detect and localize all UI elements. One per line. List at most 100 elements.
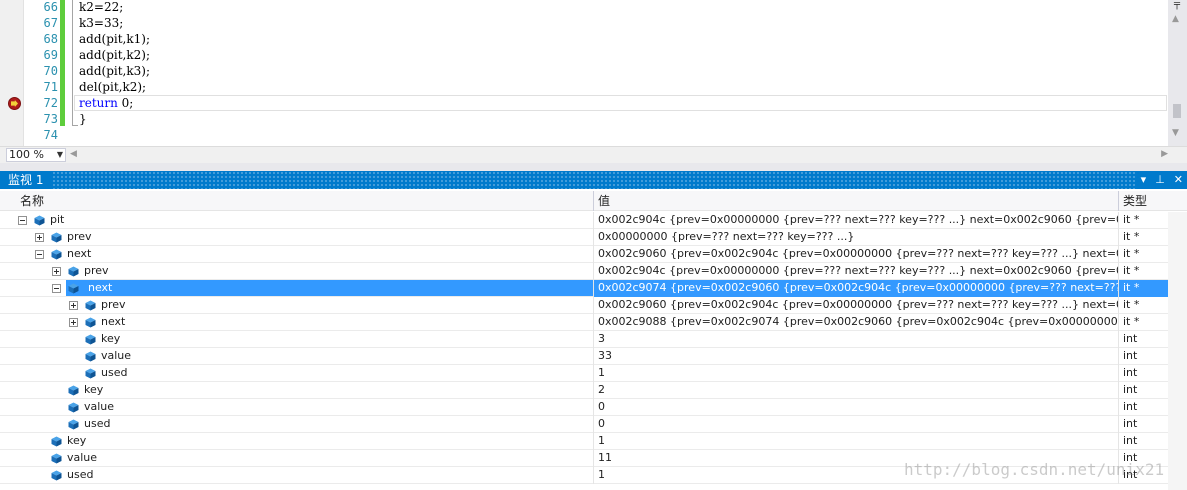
watch-type: int: [1118, 399, 1168, 416]
watch-value[interactable]: 0: [593, 416, 1118, 433]
pin-icon[interactable]: ⊥: [1155, 171, 1165, 189]
scroll-left-arrow-icon[interactable]: ◀: [70, 149, 77, 159]
watch-row[interactable]: value 0 int: [0, 399, 1168, 416]
watch-row[interactable]: next 0x002c9088 {prev=0x002c9074 {prev=0x…: [0, 314, 1168, 331]
watch-name: used: [84, 417, 111, 430]
editor-horizontal-scrollbar[interactable]: ◀ ▶: [68, 149, 1168, 162]
watch-row[interactable]: prev 0x002c9060 {prev=0x002c904c {prev=0x…: [0, 297, 1168, 314]
watch-name-cell[interactable]: value: [0, 450, 593, 467]
watch-name-cell[interactable]: key: [0, 382, 593, 399]
watermark: http://blog.csdn.net/unix21: [904, 460, 1165, 479]
collapse-icon[interactable]: [35, 250, 44, 259]
watch-name-cell[interactable]: prev: [0, 297, 593, 314]
line-number: 66: [43, 0, 58, 14]
watch-row[interactable]: key 2 int: [0, 382, 1168, 399]
watch-row[interactable]: next 0x002c9060 {prev=0x002c904c {prev=0x…: [0, 246, 1168, 263]
watch-value[interactable]: 0x002c9060 {prev=0x002c904c {prev=0x0000…: [593, 297, 1118, 314]
watch-vertical-scrollbar[interactable]: [1168, 212, 1187, 490]
window-position-dropdown-icon[interactable]: ▾: [1141, 171, 1147, 189]
code-line-return[interactable]: return 0;: [79, 95, 150, 111]
watch-name-cell[interactable]: key: [0, 433, 593, 450]
watch-value[interactable]: 0: [593, 399, 1118, 416]
watch-row[interactable]: used 1 int: [0, 365, 1168, 382]
watch-value[interactable]: 1: [593, 365, 1118, 382]
watch-name: next: [84, 280, 119, 296]
panel-splitter[interactable]: [0, 163, 1187, 171]
variable-cube-icon: [34, 215, 45, 226]
line-number: 70: [43, 64, 58, 78]
code-line[interactable]: [79, 127, 150, 143]
chevron-down-icon[interactable]: ▼: [57, 149, 63, 161]
watch-row[interactable]: prev 0x002c904c {prev=0x00000000 {prev=??…: [0, 263, 1168, 280]
watch-value[interactable]: 0x00000000 {prev=??? next=??? key=??? ..…: [593, 229, 1118, 246]
line-numbers: 66 67 68 69 70 71 72 73 74: [28, 0, 58, 143]
breakpoint-current-statement-icon[interactable]: [8, 97, 21, 110]
watch-row[interactable]: prev 0x00000000 {prev=??? next=??? key=??…: [0, 229, 1168, 246]
watch-value[interactable]: 0x002c9074 {prev=0x002c9060 {prev=0x002c…: [593, 280, 1118, 297]
watch-value[interactable]: 33: [593, 348, 1118, 365]
expand-icon[interactable]: [52, 267, 61, 276]
column-header-type[interactable]: 类型: [1119, 191, 1147, 211]
watch-value[interactable]: 0x002c9088 {prev=0x002c9074 {prev=0x002c…: [593, 314, 1118, 331]
code-line[interactable]: k3=33;: [79, 15, 150, 31]
watch-name-cell[interactable]: next: [0, 314, 593, 331]
watch-name: prev: [101, 298, 126, 311]
variable-cube-icon: [51, 436, 62, 447]
watch-value[interactable]: 0x002c904c {prev=0x00000000 {prev=??? ne…: [593, 263, 1118, 280]
watch-name-cell[interactable]: prev: [0, 229, 593, 246]
watch-value[interactable]: 1: [593, 433, 1118, 450]
watch-name-cell[interactable]: pit: [0, 212, 593, 229]
code-line[interactable]: k2=22;: [79, 0, 150, 15]
scroll-thumb[interactable]: [1173, 104, 1181, 118]
watch-row[interactable]: key 1 int: [0, 433, 1168, 450]
column-header-name[interactable]: 名称: [16, 191, 44, 211]
watch-value[interactable]: 0x002c9060 {prev=0x002c904c {prev=0x0000…: [593, 246, 1118, 263]
split-handle-icon[interactable]: ╤: [1171, 0, 1183, 10]
code-line[interactable]: add(pit,k1);: [79, 31, 150, 47]
close-icon[interactable]: ✕: [1174, 171, 1183, 189]
code-editor[interactable]: 66 67 68 69 70 71 72 73 74 k2=22; k3=33;…: [0, 0, 1187, 146]
scroll-right-arrow-icon[interactable]: ▶: [1161, 149, 1168, 159]
watch-name-cell[interactable]: used: [0, 416, 593, 433]
editor-vertical-scrollbar[interactable]: ╤ ▲ ▼: [1168, 0, 1187, 146]
watch-row[interactable]: next 0x002c9074 {prev=0x002c9060 {prev=0x…: [0, 280, 1168, 297]
collapse-icon[interactable]: [18, 216, 27, 225]
watch-row[interactable]: key 3 int: [0, 331, 1168, 348]
watch-value[interactable]: 0x002c904c {prev=0x00000000 {prev=??? ne…: [593, 212, 1118, 229]
watch-row[interactable]: pit 0x002c904c {prev=0x00000000 {prev=???…: [0, 212, 1168, 229]
watch-name-cell[interactable]: value: [0, 348, 593, 365]
scroll-down-arrow-icon[interactable]: ▼: [1172, 128, 1179, 138]
watch-name: key: [67, 434, 87, 447]
code-line[interactable]: add(pit,k2);: [79, 47, 150, 63]
watch-row[interactable]: used 0 int: [0, 416, 1168, 433]
expand-icon[interactable]: [69, 318, 78, 327]
watch-name-cell[interactable]: used: [0, 467, 593, 484]
watch-titlebar[interactable]: 监视 1 ▾ ⊥ ✕: [0, 171, 1187, 189]
watch-value[interactable]: 2: [593, 382, 1118, 399]
watch-name-cell[interactable]: used: [0, 365, 593, 382]
watch-name-cell[interactable]: prev: [0, 263, 593, 280]
breakpoint-gutter[interactable]: [0, 0, 24, 146]
code-line[interactable]: }: [79, 111, 150, 127]
code-line[interactable]: add(pit,k3);: [79, 63, 150, 79]
watch-name: next: [101, 315, 126, 328]
titlebar-buttons: ▾ ⊥ ✕: [1134, 171, 1187, 189]
watch-value[interactable]: 3: [593, 331, 1118, 348]
watch-name-cell[interactable]: key: [0, 331, 593, 348]
watch-row[interactable]: value 33 int: [0, 348, 1168, 365]
variable-cube-icon: [68, 283, 79, 294]
expand-icon[interactable]: [35, 233, 44, 242]
zoom-select[interactable]: 100 % ▼: [6, 148, 66, 162]
line-number: 71: [43, 80, 58, 94]
column-header-value[interactable]: 值: [594, 191, 610, 211]
line-number: 73: [43, 112, 58, 126]
watch-name-cell[interactable]: next: [0, 280, 593, 297]
watch-name-cell[interactable]: value: [0, 399, 593, 416]
scroll-up-arrow-icon[interactable]: ▲: [1172, 14, 1179, 24]
watch-type: it *: [1118, 229, 1168, 246]
code-text[interactable]: k2=22; k3=33; add(pit,k1); add(pit,k2); …: [79, 0, 150, 143]
code-line[interactable]: del(pit,k2);: [79, 79, 150, 95]
watch-name-cell[interactable]: next: [0, 246, 593, 263]
collapse-icon[interactable]: [52, 284, 61, 293]
expand-icon[interactable]: [69, 301, 78, 310]
